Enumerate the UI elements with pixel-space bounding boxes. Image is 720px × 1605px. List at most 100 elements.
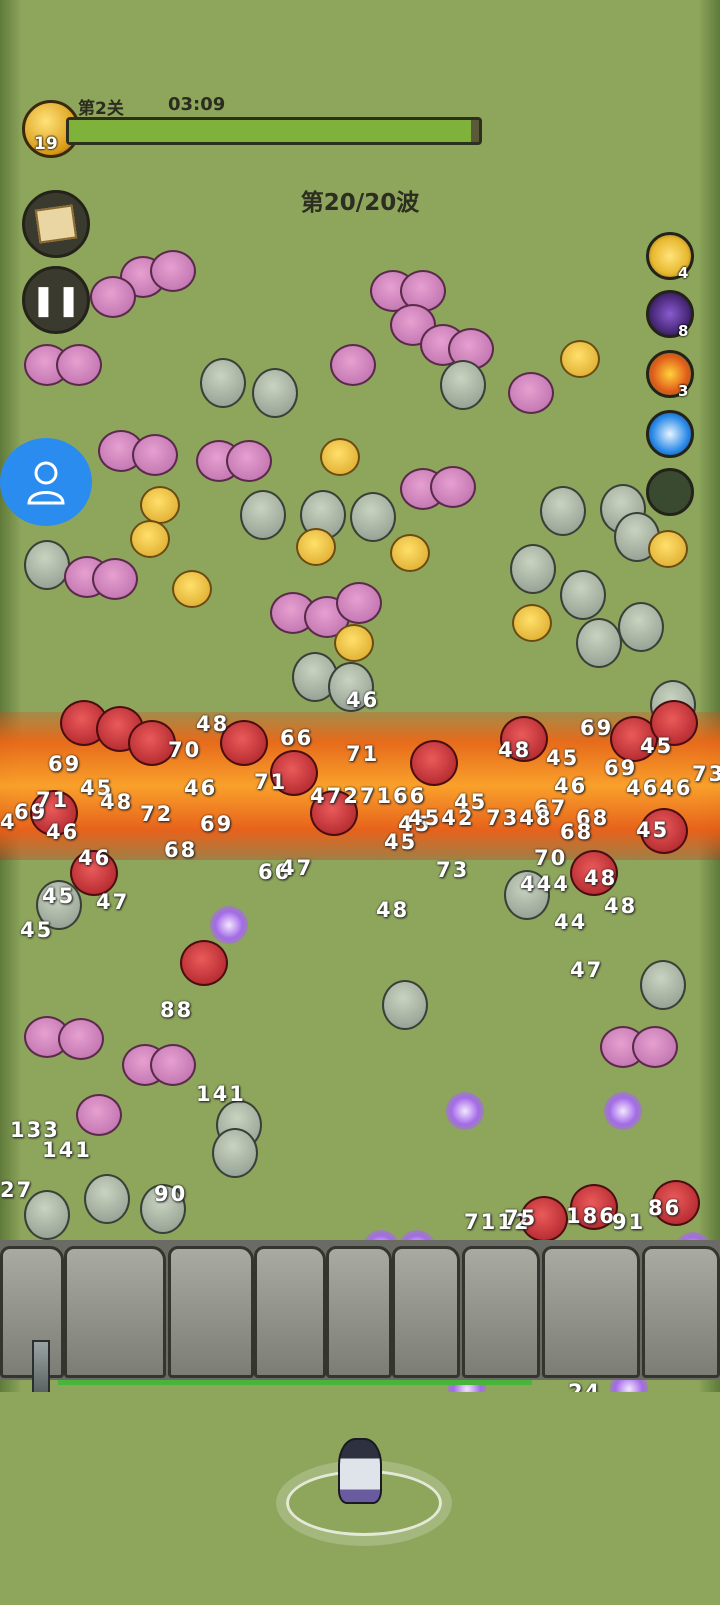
red-bird-enemy <box>410 740 458 786</box>
damage-number: 141 <box>42 1138 92 1162</box>
sword-icon <box>32 1340 50 1396</box>
skill-level-3: 3 <box>678 382 689 400</box>
damage-number: 46 <box>346 688 380 712</box>
damage-number: 91 <box>612 1210 646 1234</box>
stage-progress-fill <box>69 120 471 142</box>
pause-icon: ❚❚ <box>30 282 82 318</box>
damage-number: 71 <box>254 770 288 794</box>
gray-chick-enemy <box>24 540 70 590</box>
damage-number: 46 <box>78 846 112 870</box>
yellow-chick-enemy <box>648 530 688 568</box>
damage-number: 48 <box>196 712 230 736</box>
empty-skill-slot <box>646 468 694 516</box>
spirit-skill-icon <box>646 410 694 458</box>
damage-number: 73 <box>692 762 720 786</box>
red-bird-enemy <box>180 940 228 986</box>
pink-bird-enemy <box>90 276 136 318</box>
damage-number: 69 <box>200 812 234 836</box>
pink-bird-enemy <box>150 250 196 292</box>
damage-number: 141 <box>196 1082 246 1106</box>
yellow-chick-enemy <box>334 624 374 662</box>
gray-chick-enemy <box>560 570 606 620</box>
yellow-chick-enemy <box>320 438 360 476</box>
skill-level-2: 8 <box>678 322 689 340</box>
pause-button[interactable]: ❚❚ <box>22 266 90 334</box>
damage-number: 68 <box>560 820 594 844</box>
gray-chick-enemy <box>510 544 556 594</box>
wall-stone <box>392 1246 460 1378</box>
wall-stone <box>642 1246 720 1378</box>
damage-number: 48 <box>584 866 618 890</box>
user-icon <box>27 461 65 505</box>
damage-number: 4542 <box>408 806 475 830</box>
game-stage: 19 第2关 03:09 第20/20波 ❚❚ 4 8 3 46 48 66 7… <box>0 0 720 1605</box>
yellow-chick-enemy <box>560 340 600 378</box>
damage-number: 47 <box>280 856 314 880</box>
pink-bird-enemy <box>76 1094 122 1136</box>
damage-number: 47 <box>96 890 130 914</box>
pink-bird-enemy <box>226 440 272 482</box>
pink-bird-enemy <box>330 344 376 386</box>
damage-number: 70 <box>534 846 568 870</box>
damage-number: 72 <box>140 802 174 826</box>
damage-number: 88 <box>160 998 194 1022</box>
timer: 03:09 <box>168 94 226 115</box>
pink-bird-enemy <box>92 558 138 600</box>
map-button[interactable] <box>22 190 90 258</box>
pink-bird-enemy <box>58 1018 104 1060</box>
hero-character <box>338 1438 382 1504</box>
damage-number: 46 <box>184 776 218 800</box>
gray-chick-enemy <box>200 358 246 408</box>
gray-chick-enemy <box>84 1174 130 1224</box>
player-level: 19 <box>34 134 58 154</box>
damage-number: 71 <box>36 788 70 812</box>
wall-stone <box>254 1246 326 1378</box>
wall-health-bar <box>58 1380 532 1385</box>
damage-number: 66 <box>280 726 314 750</box>
damage-number: 48 <box>498 738 532 762</box>
gray-chick-enemy <box>252 368 298 418</box>
damage-number: 44 <box>554 910 588 934</box>
gray-chick-enemy <box>240 490 286 540</box>
gray-chick-enemy <box>540 486 586 536</box>
yellow-chick-enemy <box>296 528 336 566</box>
damage-number: 47 <box>570 958 604 982</box>
gray-chick-enemy <box>576 618 622 668</box>
yellow-chick-enemy <box>172 570 212 608</box>
avatar-button[interactable] <box>0 438 92 526</box>
yellow-chick-enemy <box>130 520 170 558</box>
wall-stone <box>462 1246 540 1378</box>
gray-chick-enemy <box>640 960 686 1010</box>
pink-bird-enemy <box>632 1026 678 1068</box>
magic-orb <box>210 906 248 944</box>
yellow-chick-enemy <box>140 486 180 524</box>
gray-chick-enemy <box>382 980 428 1030</box>
damage-number: 48 <box>604 894 638 918</box>
wall-stone <box>542 1246 640 1378</box>
gray-chick-enemy <box>350 492 396 542</box>
gray-chick-enemy <box>618 602 664 652</box>
damage-number: 27 <box>0 1178 34 1202</box>
damage-number: 4646 <box>626 776 693 800</box>
yellow-chick-enemy <box>512 604 552 642</box>
damage-number: 186 <box>566 1204 616 1228</box>
pink-bird-enemy <box>132 434 178 476</box>
yellow-chick-enemy <box>390 534 430 572</box>
magic-orb <box>604 1092 642 1130</box>
stage-label: 第2关 <box>78 99 124 119</box>
pink-bird-enemy <box>150 1044 196 1086</box>
damage-number: 46 <box>46 820 80 844</box>
damage-number: 45 <box>636 818 670 842</box>
stage-progress-bar <box>66 117 482 145</box>
skill-level-1: 4 <box>678 264 689 282</box>
pink-bird-enemy <box>508 372 554 414</box>
map-scroll-icon <box>34 204 78 244</box>
pink-bird-enemy <box>430 466 476 508</box>
wall-stone <box>168 1246 254 1378</box>
pink-bird-enemy <box>336 582 382 624</box>
wave-label: 第20/20波 <box>300 190 420 216</box>
damage-number: 45 <box>42 884 76 908</box>
damage-number: 45 <box>640 734 674 758</box>
damage-number: 69 <box>48 752 82 776</box>
magic-orb <box>446 1092 484 1130</box>
